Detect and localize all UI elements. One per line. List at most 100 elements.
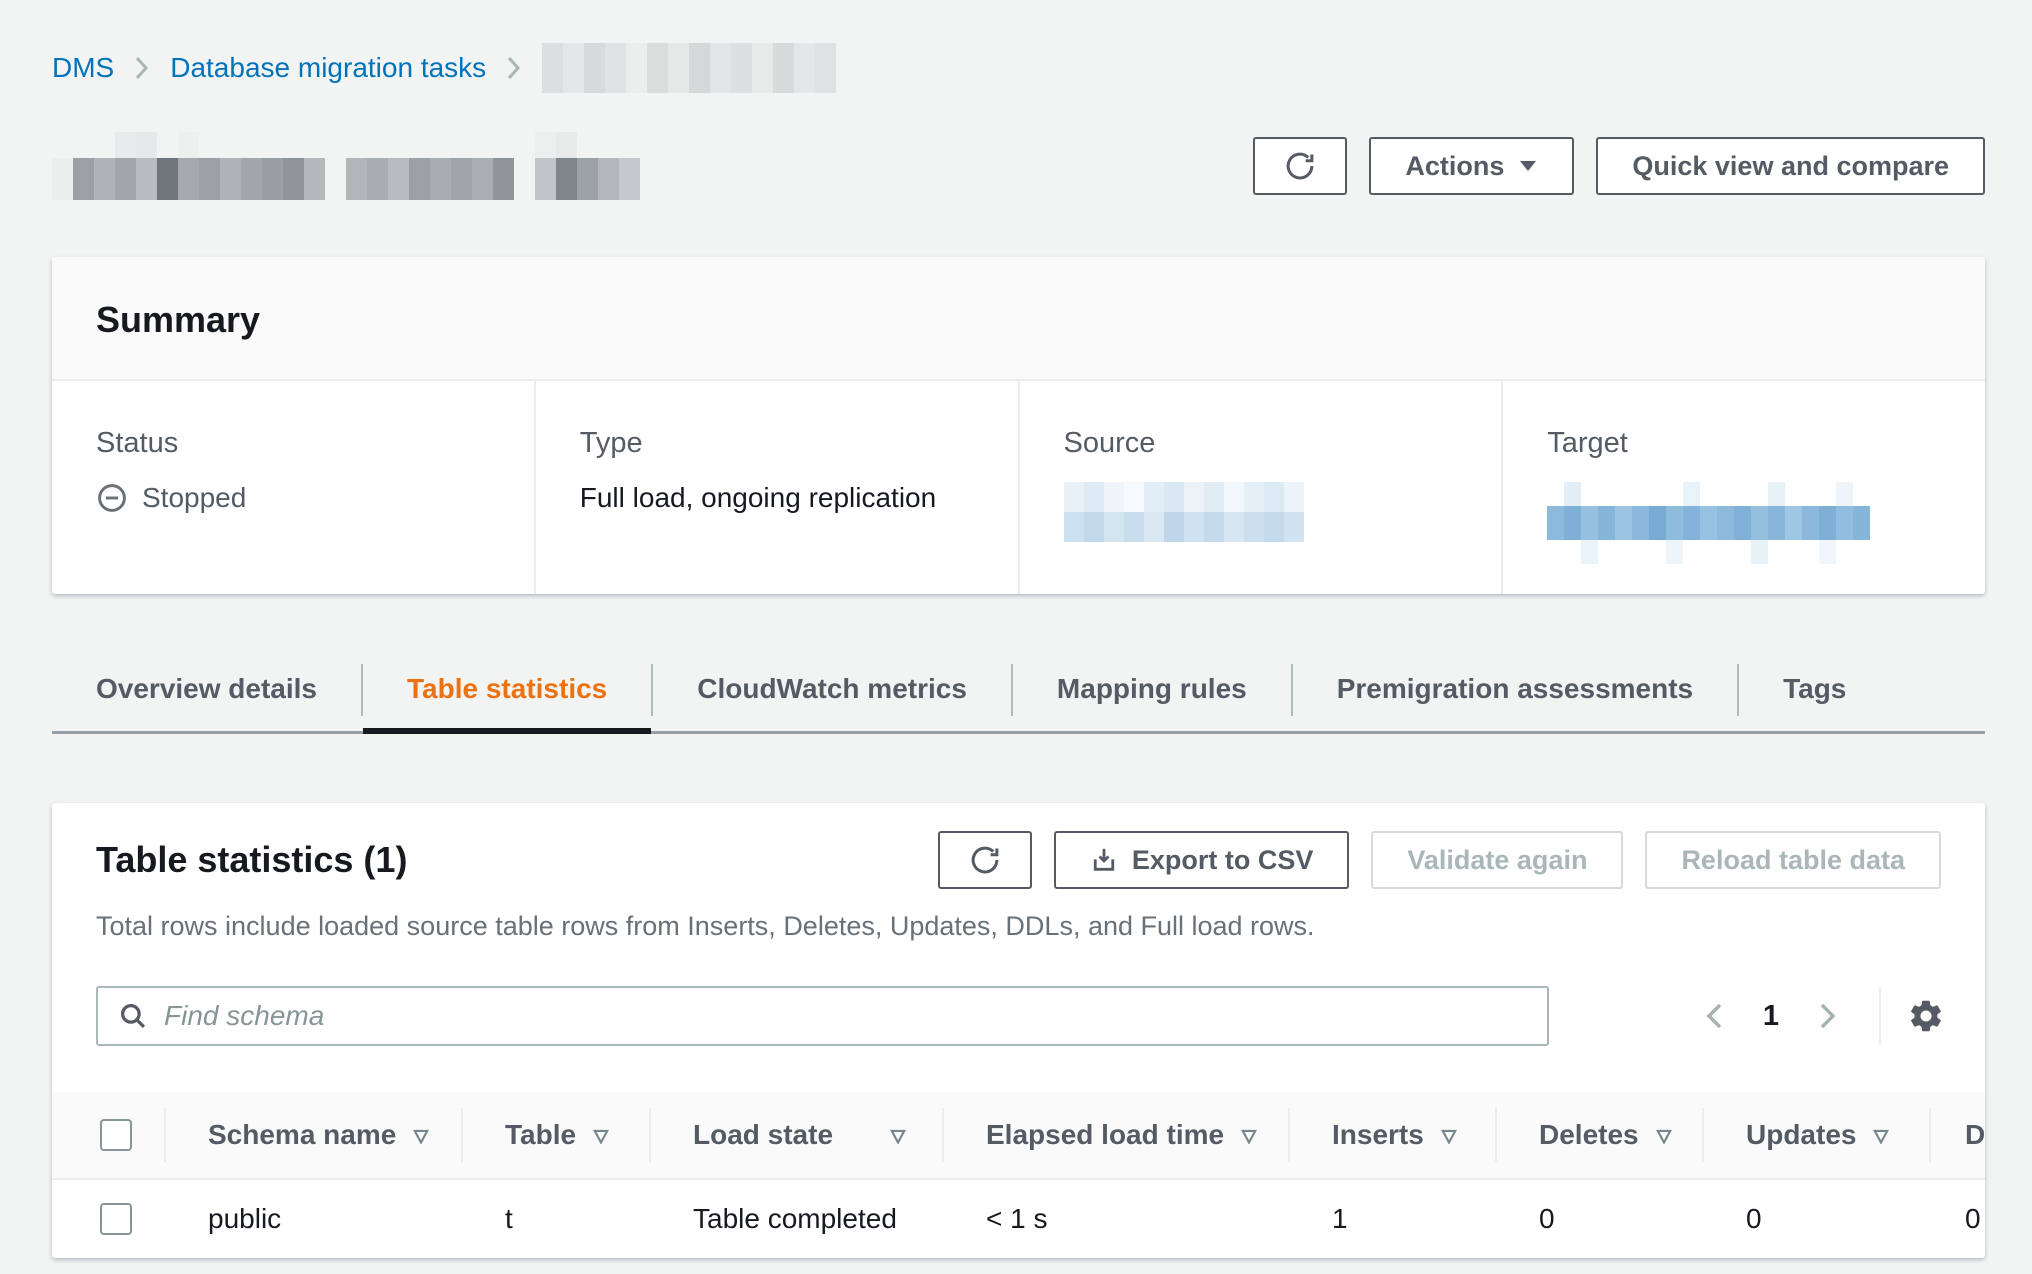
- table-cell: Table completed: [649, 1179, 942, 1258]
- quick-view-and-compare-button[interactable]: Quick view and compare: [1596, 137, 1985, 195]
- summary-target-col: Target: [1501, 381, 1985, 594]
- summary-body: Status Stopped Type Full load, ongoing r…: [52, 381, 1985, 594]
- summary-status-col: Status Stopped: [52, 381, 534, 594]
- column-header-table[interactable]: Table: [461, 1092, 649, 1179]
- search-icon: [118, 1001, 148, 1031]
- pagination: 1: [1693, 987, 1945, 1045]
- tabs: Overview detailsTable statisticsCloudWat…: [52, 659, 1985, 734]
- page-header: Actions Quick view and compare: [52, 130, 1985, 202]
- search-row: 1: [52, 986, 1985, 1046]
- tab-table-statistics[interactable]: Table statistics: [363, 659, 651, 731]
- actions-button-label: Actions: [1405, 151, 1504, 182]
- checkbox[interactable]: [100, 1119, 132, 1151]
- caret-down-icon: [1518, 159, 1538, 173]
- column-header-deletes[interactable]: Deletes: [1495, 1092, 1702, 1179]
- tab-overview-details[interactable]: Overview details: [52, 659, 361, 731]
- chevron-right-icon: [134, 55, 150, 81]
- table-refresh-button[interactable]: [938, 831, 1032, 889]
- find-schema-input[interactable]: [164, 1000, 1527, 1032]
- tab-premigration-assessments[interactable]: Premigration assessments: [1293, 659, 1737, 731]
- table-statistics-panel: Table statistics (1) Export to CSV Valid…: [52, 803, 1985, 1258]
- reload-table-data-button: Reload table data: [1645, 831, 1941, 889]
- column-label: Table: [505, 1119, 576, 1150]
- previous-page-button[interactable]: [1693, 1000, 1735, 1032]
- column-header-d: D: [1929, 1092, 1985, 1179]
- quick-view-label: Quick view and compare: [1632, 151, 1949, 182]
- target-endpoint-redacted: [1547, 482, 1941, 564]
- column-header-inserts[interactable]: Inserts: [1288, 1092, 1495, 1179]
- summary-title: Summary: [96, 299, 1941, 341]
- tab-tags[interactable]: Tags: [1739, 659, 1890, 731]
- column-header-load-state[interactable]: Load state: [649, 1092, 942, 1179]
- tab-mapping-rules[interactable]: Mapping rules: [1013, 659, 1291, 731]
- table-cell: 0: [1929, 1179, 1985, 1258]
- reload-table-data-label: Reload table data: [1681, 845, 1905, 876]
- table-statistics-table: Schema name Table Load state Elapsed load t…: [52, 1092, 1985, 1258]
- dms-task-page: DMS Database migration tasks Actions: [0, 0, 2032, 1258]
- refresh-icon: [970, 845, 1000, 875]
- pagination-divider: [1879, 987, 1881, 1045]
- summary-card-header: Summary: [52, 257, 1985, 381]
- next-page-button[interactable]: [1807, 1000, 1849, 1032]
- header-actions: Actions Quick view and compare: [1253, 137, 1985, 195]
- status-text: Stopped: [142, 482, 246, 514]
- type-label: Type: [580, 427, 974, 460]
- table-cell: < 1 s: [942, 1179, 1288, 1258]
- breadcrumb-link-dms[interactable]: DMS: [52, 52, 114, 84]
- summary-source-col: Source: [1018, 381, 1502, 594]
- summary-type-col: Type Full load, ongoing replication: [534, 381, 1018, 594]
- table-cell: public: [164, 1179, 461, 1258]
- chevron-right-icon: [506, 55, 522, 81]
- refresh-icon: [1285, 151, 1315, 181]
- search-box[interactable]: [96, 986, 1549, 1046]
- source-label: Source: [1064, 427, 1458, 460]
- checkbox[interactable]: [100, 1203, 132, 1235]
- table-settings-button[interactable]: [1907, 997, 1945, 1035]
- table-statistics-table-wrap: Schema name Table Load state Elapsed load t…: [52, 1092, 1985, 1258]
- table-statistics-description: Total rows include loaded source table r…: [52, 911, 1985, 942]
- validate-again-label: Validate again: [1407, 845, 1587, 876]
- export-to-csv-label: Export to CSV: [1132, 845, 1314, 876]
- column-header-elapsed-load-time[interactable]: Elapsed load time: [942, 1092, 1288, 1179]
- column-label: Updates: [1746, 1119, 1856, 1150]
- chevron-left-icon: [1703, 1000, 1725, 1032]
- column-header-updates[interactable]: Updates: [1702, 1092, 1929, 1179]
- chevron-right-icon: [1817, 1000, 1839, 1032]
- select-all-checkbox-cell: [52, 1092, 164, 1179]
- table-cell: 1: [1288, 1179, 1495, 1258]
- validate-again-button: Validate again: [1371, 831, 1623, 889]
- refresh-button[interactable]: [1253, 137, 1347, 195]
- breadcrumb: DMS Database migration tasks: [52, 43, 1985, 93]
- status-label: Status: [96, 427, 490, 460]
- table-cell: 0: [1495, 1179, 1702, 1258]
- current-page-number: 1: [1763, 1000, 1779, 1033]
- column-label: Inserts: [1332, 1119, 1424, 1150]
- table-cell: 0: [1702, 1179, 1929, 1258]
- download-icon: [1090, 846, 1118, 874]
- actions-button[interactable]: Actions: [1369, 137, 1574, 195]
- column-label: Deletes: [1539, 1119, 1639, 1150]
- stopped-status-icon: [96, 482, 128, 514]
- tab-cloudwatch-metrics[interactable]: CloudWatch metrics: [653, 659, 1011, 731]
- breadcrumb-redacted-task-name: [542, 43, 836, 93]
- column-label: Elapsed load time: [986, 1119, 1224, 1150]
- status-value: Stopped: [96, 482, 490, 514]
- table-statistics-toolbar: Export to CSV Validate again Reload tabl…: [938, 831, 1941, 889]
- summary-card: Summary Status Stopped Type Full load, o…: [52, 257, 1985, 594]
- breadcrumb-link-tasks[interactable]: Database migration tasks: [170, 52, 486, 84]
- page-title-redacted: [52, 132, 640, 200]
- table-row: publictTable completed< 1 s1000: [52, 1179, 1985, 1258]
- table-statistics-title: Table statistics (1): [96, 839, 407, 881]
- column-header-schema-name[interactable]: Schema name: [164, 1092, 461, 1179]
- target-label: Target: [1547, 427, 1941, 460]
- gear-icon: [1907, 997, 1945, 1035]
- type-value: Full load, ongoing replication: [580, 482, 974, 514]
- source-endpoint-redacted: [1064, 482, 1458, 542]
- table-statistics-header: Table statistics (1) Export to CSV Valid…: [52, 831, 1985, 889]
- column-label: Load state: [693, 1119, 833, 1150]
- column-label: Schema name: [208, 1119, 396, 1150]
- table-header-row: Schema name Table Load state Elapsed load t…: [52, 1092, 1985, 1179]
- export-to-csv-button[interactable]: Export to CSV: [1054, 831, 1350, 889]
- column-label: D: [1965, 1119, 1985, 1150]
- table-cell: t: [461, 1179, 649, 1258]
